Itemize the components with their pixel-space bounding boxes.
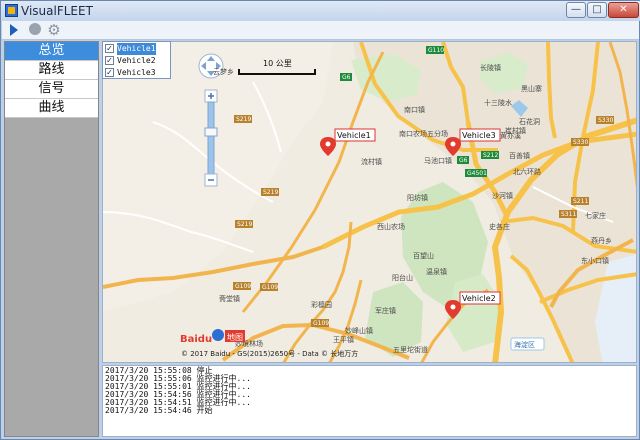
- map-canvas[interactable]: 10 公里 长陵镇 十三陵水 黑山寨 石花洞 云梦乡 南口镇 黄亦溪 南口农场五…: [103, 42, 637, 363]
- svg-text:Baidu: Baidu: [180, 334, 212, 345]
- event-log[interactable]: 2017/3/20 15:55:08 停止 2017/3/20 15:55:06…: [102, 365, 637, 437]
- svg-text:S330: S330: [598, 117, 613, 124]
- checkbox[interactable]: ✓: [105, 56, 114, 65]
- svg-text:百望山: 百望山: [413, 251, 434, 260]
- svg-text:黑山寨: 黑山寨: [521, 84, 542, 93]
- svg-text:阳台山: 阳台山: [392, 273, 413, 282]
- svg-text:南口镇: 南口镇: [404, 105, 425, 114]
- title-bar: VisualFLEET — □ ✕: [1, 1, 640, 21]
- district-label-haidian: 海淀区: [510, 337, 545, 351]
- svg-text:地图: 地图: [227, 332, 243, 342]
- svg-text:五里坨街道: 五里坨街道: [393, 345, 428, 354]
- svg-text:西山农场: 西山农场: [377, 222, 405, 231]
- app-icon: [5, 4, 18, 17]
- svg-text:云梦乡: 云梦乡: [213, 68, 234, 76]
- svg-text:王平镇: 王平镇: [333, 335, 354, 344]
- svg-text:北六环路: 北六环路: [513, 167, 541, 176]
- svg-text:崔村镇: 崔村镇: [505, 126, 526, 135]
- svg-text:阳坊镇: 阳坊镇: [407, 193, 428, 202]
- vehicle-list-item[interactable]: ✓ Vehicle1: [105, 43, 171, 55]
- sidebar-item-route[interactable]: 路线: [5, 61, 98, 80]
- checkbox[interactable]: ✓: [105, 44, 114, 53]
- svg-text:G109: G109: [313, 320, 329, 327]
- toolbar: ⚙: [2, 21, 639, 40]
- sidebar-item-curve[interactable]: 曲线: [5, 99, 98, 118]
- sidebar-item-signal[interactable]: 信号: [5, 80, 98, 99]
- svg-text:南口农场五分场: 南口农场五分场: [399, 129, 448, 138]
- sidebar: 总览 路线 信号 曲线: [4, 41, 99, 437]
- svg-text:史各庄: 史各庄: [489, 222, 510, 231]
- vehicle-list-item-label: Vehicle3: [117, 68, 156, 77]
- svg-text:G6: G6: [459, 157, 468, 164]
- svg-text:温泉镇: 温泉镇: [426, 267, 447, 276]
- vehicle-marker-2-label: Vehicle2: [462, 294, 496, 303]
- svg-text:S219: S219: [236, 116, 251, 123]
- scale-label: 10 公里: [263, 59, 292, 68]
- svg-text:海淀区: 海淀区: [514, 340, 535, 349]
- svg-text:S212: S212: [483, 152, 498, 159]
- vehicle-list: ✓ Vehicle1 ✓ Vehicle2 ✓ Vehicle3: [102, 41, 171, 79]
- window-title: VisualFLEET: [21, 4, 93, 18]
- svg-text:石花洞: 石花洞: [519, 117, 540, 126]
- svg-text:S211: S211: [573, 198, 588, 205]
- play-icon[interactable]: [10, 24, 18, 36]
- vehicle-list-item[interactable]: ✓ Vehicle2: [105, 55, 171, 67]
- vehicle-list-item-label: Vehicle2: [117, 56, 156, 65]
- svg-text:斋堂镇: 斋堂镇: [219, 294, 240, 303]
- svg-text:流村镇: 流村镇: [361, 157, 382, 166]
- svg-text:G109: G109: [262, 284, 278, 291]
- vehicle-list-item[interactable]: ✓ Vehicle3: [105, 67, 171, 79]
- svg-text:S330: S330: [573, 139, 588, 146]
- map-view[interactable]: 10 公里 长陵镇 十三陵水 黑山寨 石花洞 云梦乡 南口镇 黄亦溪 南口农场五…: [102, 41, 637, 363]
- svg-text:S311: S311: [561, 211, 576, 218]
- map-copyright: © 2017 Baidu - GS(2015)2650号 - Data © 长地…: [181, 349, 358, 358]
- svg-text:七家庄: 七家庄: [585, 211, 606, 220]
- svg-text:长陵镇: 长陵镇: [480, 63, 501, 72]
- close-button[interactable]: ✕: [608, 2, 639, 18]
- vehicle-marker-3-label: Vehicle3: [462, 131, 496, 140]
- svg-text:东小口镇: 东小口镇: [581, 256, 609, 265]
- svg-text:G109: G109: [235, 283, 251, 290]
- app-window: VisualFLEET — □ ✕ ⚙ 总览 路线 信号 曲线 10 公里 长陵…: [0, 0, 640, 440]
- maximize-button[interactable]: □: [587, 2, 607, 18]
- svg-text:军庄镇: 军庄镇: [375, 306, 396, 315]
- svg-text:G4501: G4501: [467, 170, 487, 177]
- sidebar-item-overview[interactable]: 总览: [5, 42, 98, 61]
- log-line: 2017/3/20 15:54:46 开始: [105, 406, 213, 415]
- stop-icon[interactable]: [29, 23, 41, 35]
- svg-text:十三陵水: 十三陵水: [484, 98, 512, 107]
- vehicle-marker-1-label: Vehicle1: [337, 131, 371, 140]
- svg-text:G110: G110: [428, 47, 444, 54]
- svg-text:G6: G6: [342, 74, 351, 81]
- minimize-button[interactable]: —: [566, 2, 586, 18]
- checkbox[interactable]: ✓: [105, 68, 114, 77]
- svg-text:马池口镇: 马池口镇: [424, 156, 452, 165]
- svg-text:S219: S219: [263, 189, 278, 196]
- svg-text:S219: S219: [237, 221, 252, 228]
- gear-icon[interactable]: ⚙: [46, 22, 62, 38]
- svg-text:妙峰山镇: 妙峰山镇: [345, 326, 373, 335]
- vehicle-list-item-label: Vehicle1: [117, 43, 156, 55]
- svg-text:燕丹乡: 燕丹乡: [591, 236, 612, 245]
- svg-text:百善镇: 百善镇: [509, 151, 530, 160]
- svg-text:彩檩园: 彩檩园: [311, 300, 332, 309]
- svg-text:沙河镇: 沙河镇: [492, 191, 513, 200]
